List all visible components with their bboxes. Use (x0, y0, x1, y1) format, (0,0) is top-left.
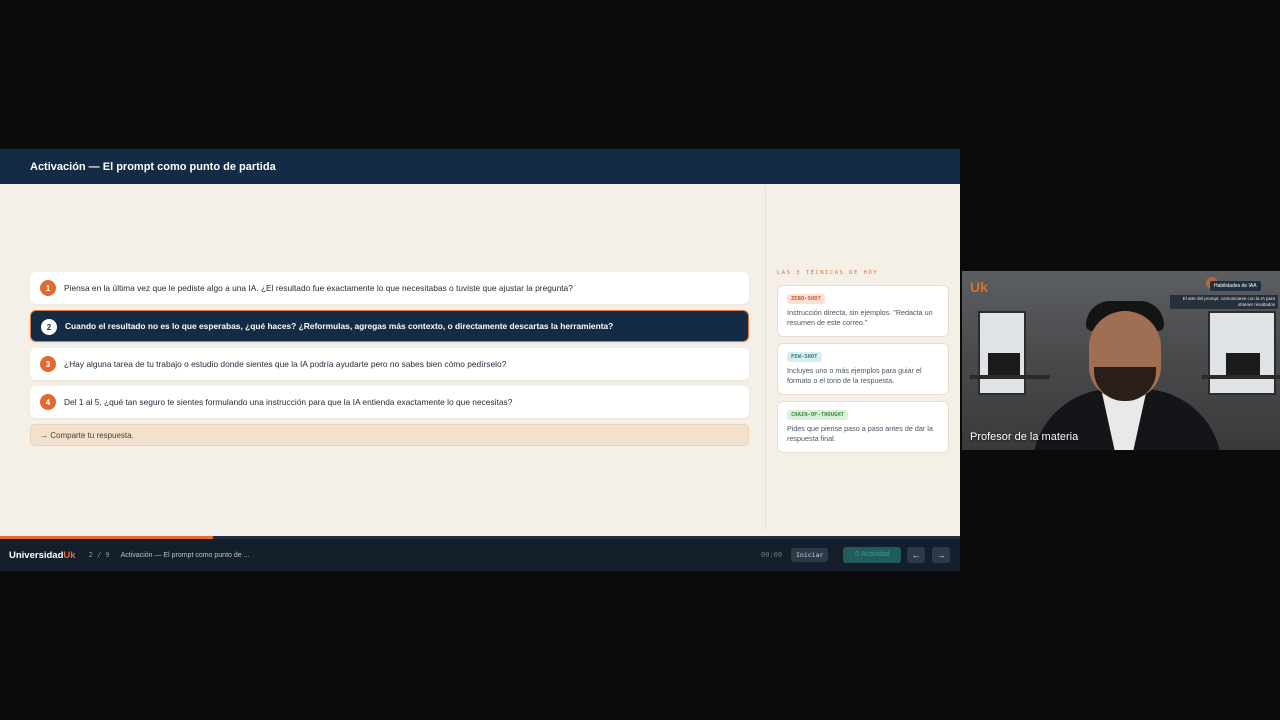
brand-main: Universidad (9, 549, 64, 561)
activity-button[interactable]: ⏱ Actividad (843, 547, 901, 563)
prev-slide-button[interactable]: ← (907, 547, 925, 563)
video-subtitle: El arte del prompt: comunicarse con la I… (1170, 295, 1278, 309)
page-total: 9 (105, 551, 110, 559)
technique-tag: ZERO-SHOT (787, 294, 825, 304)
page-current: 2 (88, 551, 93, 559)
slide-title: Activación — El prompt como punto de par… (30, 160, 276, 173)
technique-description: Instrucción directa, sin ejemplos. "Reda… (787, 308, 933, 327)
technique-card-few-shot: FEW-SHOT Incluyes uno o más ejemplos par… (777, 343, 949, 395)
participant-video-tile[interactable]: Uk Habilidades de IAA El arte del prompt… (962, 271, 1280, 450)
question-number: 3 (40, 356, 56, 372)
footer-slide-title: Activación — El prompt como punto de ... (120, 551, 250, 559)
question-number: 2 (41, 319, 57, 335)
technique-card-zero-shot: ZERO-SHOT Instrucción directa, sin ejemp… (777, 285, 949, 337)
techniques-heading: LAS 3 TÉCNICAS DE HOY (777, 270, 879, 276)
question-item-3[interactable]: 3 ¿Hay alguna tarea de tu trabajo o estu… (30, 348, 749, 380)
participant-name-label: Profesor de la materia (970, 431, 1079, 443)
presentation-slide: Activación — El prompt como punto de par… (0, 149, 960, 571)
column-divider (765, 186, 766, 531)
technique-description: Pides que piense paso a paso antes de da… (787, 424, 933, 443)
next-slide-button[interactable]: → (932, 547, 950, 563)
timer-display: 00:00 (761, 551, 783, 559)
background-monitor (1226, 353, 1260, 375)
technique-tag: FEW-SHOT (787, 352, 822, 362)
question-item-1[interactable]: 1 Piensa en la última vez que le pediste… (30, 272, 749, 304)
question-item-4[interactable]: 4 Del 1 al 5, ¿qué tan seguro te sientes… (30, 386, 749, 418)
page-separator: / (96, 551, 102, 559)
technique-card-chain-of-thought: CHAIN-OF-THOUGHT Pides que piense paso a… (777, 401, 949, 453)
question-text: ¿Hay alguna tarea de tu trabajo o estudi… (64, 359, 507, 369)
question-item-2-active[interactable]: 2 Cuando el resultado no es lo que esper… (30, 310, 749, 342)
question-text: Del 1 al 5, ¿qué tan seguro te sientes f… (64, 397, 513, 407)
background-desk (970, 375, 1050, 379)
question-text: Cuando el resultado no es lo que esperab… (65, 321, 614, 331)
background-desk (1202, 375, 1280, 379)
share-response-box: → Comparte tu respuesta. (30, 424, 749, 446)
technique-tag: CHAIN-OF-THOUGHT (787, 410, 848, 420)
technique-description: Incluyes uno o más ejemplos para guiar e… (787, 366, 922, 385)
background-monitor (988, 353, 1020, 375)
video-brand-logo: Uk (970, 279, 988, 295)
brand-accent: Uk (63, 549, 76, 561)
question-number: 4 (40, 394, 56, 410)
question-number: 1 (40, 280, 56, 296)
slide-header: Activación — El prompt como punto de par… (0, 149, 960, 184)
brand-logo: UniversidadUk (9, 550, 76, 561)
question-list: 1 Piensa en la última vez que le pediste… (30, 272, 749, 446)
slide-counter: 2 / 9 (89, 551, 110, 559)
share-prompt-text: → Comparte tu respuesta. (40, 430, 134, 440)
video-course-badge: Habilidades de IAA (1210, 281, 1261, 291)
question-text: Piensa en la última vez que le pediste a… (64, 283, 573, 293)
presentation-footer: UniversidadUk 2 / 9 Activación — El prom… (0, 539, 960, 571)
start-timer-button[interactable]: Iniciar (791, 548, 829, 562)
